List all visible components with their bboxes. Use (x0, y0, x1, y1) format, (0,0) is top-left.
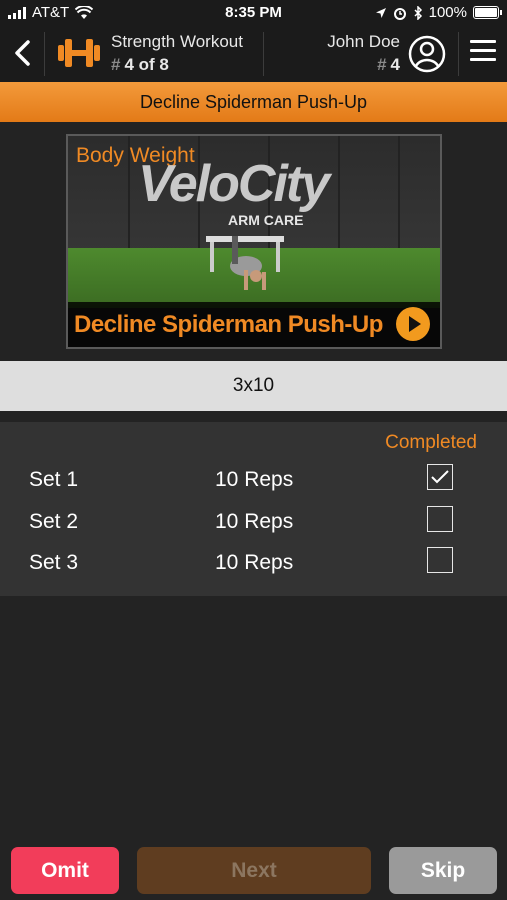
video-athlete (230, 236, 266, 290)
dumbbell-icon (58, 39, 100, 67)
header-divider (263, 32, 264, 76)
checkmark-icon (431, 470, 449, 484)
workout-position-value: 4 of 8 (124, 55, 169, 74)
hash-symbol: # (377, 55, 387, 74)
status-right: 100% (375, 4, 502, 21)
workout-title: Strength Workout (111, 32, 243, 51)
exercise-video-thumbnail[interactable]: Body Weight VeloCity ARM CARE Decline Sp… (66, 134, 442, 349)
set-label: Set 3 (29, 551, 79, 574)
video-bench-leg (210, 242, 214, 272)
video-title: Decline Spiderman Push-Up (74, 311, 383, 338)
set-row: Set 1 10 Reps (0, 460, 507, 498)
skip-button[interactable]: Skip (389, 847, 497, 894)
set-reps: 10 Reps (215, 551, 294, 574)
completed-column-header: Completed (385, 432, 477, 453)
sets-panel: Completed Set 1 10 Reps Set 2 10 Reps Se… (0, 422, 507, 596)
user-avatar-icon[interactable] (407, 34, 447, 74)
set-label: Set 2 (29, 510, 79, 533)
set-reps: 10 Reps (215, 510, 294, 533)
set-row: Set 3 10 Reps (0, 543, 507, 581)
user-number: #4 (377, 55, 400, 75)
arm-care-logo: ARM CARE (228, 212, 304, 228)
sets-reps-scheme: 3x10 (0, 361, 507, 411)
header-divider (458, 32, 459, 76)
next-button[interactable]: Next (137, 847, 371, 894)
set-reps: 10 Reps (215, 468, 294, 491)
battery-icon (473, 6, 502, 19)
set-completed-checkbox[interactable] (427, 547, 453, 573)
set-row: Set 2 10 Reps (0, 502, 507, 540)
back-chevron-icon[interactable] (10, 38, 36, 68)
battery-percent: 100% (428, 4, 467, 21)
status-bar: AT&T 8:35 PM 100% (0, 0, 507, 26)
alarm-icon (393, 7, 406, 20)
menu-icon[interactable] (470, 40, 496, 66)
set-completed-checkbox[interactable] (427, 506, 453, 532)
set-completed-checkbox[interactable] (427, 464, 453, 490)
location-icon (375, 7, 386, 18)
play-icon[interactable] (396, 307, 430, 341)
workout-position: #4 of 8 (111, 55, 169, 75)
hash-symbol: # (111, 55, 121, 74)
velocity-logo: VeloCity (138, 155, 330, 213)
header-divider (44, 32, 45, 76)
user-name: John Doe (327, 32, 400, 51)
omit-button[interactable]: Omit (11, 847, 119, 894)
workout-header: Strength Workout #4 of 8 John Doe #4 (0, 26, 507, 82)
bluetooth-icon (414, 5, 422, 20)
set-label: Set 1 (29, 468, 79, 491)
user-number-value: 4 (390, 55, 400, 74)
exercise-name-banner: Decline Spiderman Push-Up (0, 82, 507, 122)
